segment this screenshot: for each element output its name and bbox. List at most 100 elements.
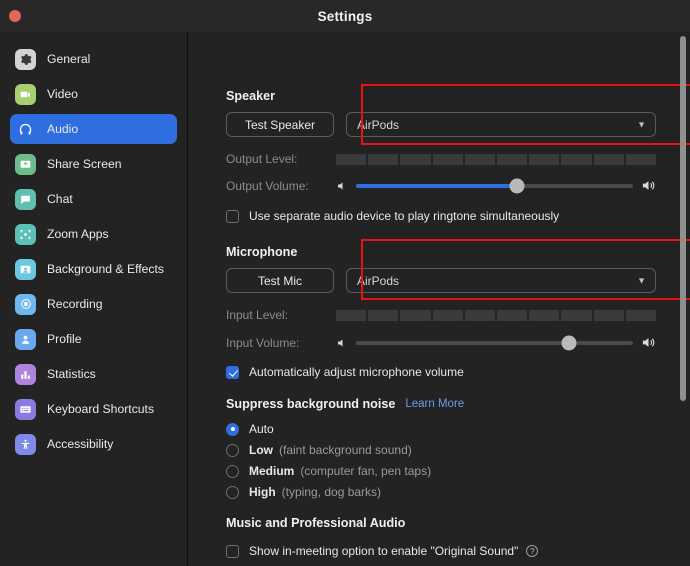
sidebar-item-label: Statistics — [47, 367, 96, 381]
question-mark-icon[interactable]: ? — [526, 545, 539, 557]
input-volume-label: Input Volume: — [226, 335, 300, 350]
noise-radio-low[interactable] — [226, 443, 239, 457]
speaker-low-icon — [336, 180, 348, 192]
noise-option-label: Low — [249, 443, 273, 457]
auto-adjust-mic-row[interactable]: Automatically adjust microphone volume — [226, 365, 464, 379]
output-level-label: Output Level: — [226, 152, 298, 166]
output-level-meter — [336, 153, 656, 165]
noise-option-hint: (computer fan, pen taps) — [300, 464, 432, 478]
sidebar-item-general[interactable]: General — [10, 44, 177, 74]
input-volume-slider[interactable] — [336, 335, 656, 350]
sidebar-item-label: Recording — [47, 297, 103, 311]
share-screen-icon — [15, 153, 36, 175]
test-mic-button[interactable]: Test Mic — [226, 268, 334, 293]
original-sound-row[interactable]: Show in-meeting option to enable "Origin… — [226, 544, 539, 558]
chevron-down-icon: ▼ — [637, 275, 646, 285]
speaker-high-icon — [641, 178, 656, 193]
input-volume-row: Input Volume: — [226, 335, 656, 350]
microphone-device-select[interactable]: AirPods ▼ — [346, 268, 656, 293]
input-level-label: Input Level: — [226, 308, 289, 322]
auto-adjust-mic-label: Automatically adjust microphone volume — [249, 365, 464, 379]
sidebar-item-label: Chat — [47, 192, 73, 206]
noise-radio-auto[interactable] — [226, 422, 239, 436]
chat-bubble-icon — [15, 188, 36, 210]
input-volume-track[interactable] — [356, 335, 633, 350]
noise-radio-high[interactable] — [226, 485, 239, 499]
noise-option-high[interactable]: High (typing, dog barks) — [226, 485, 381, 499]
video-camera-icon — [15, 83, 36, 105]
suppress-noise-heading-row: Suppress background noise Learn More — [226, 397, 464, 411]
scrollbar-thumb[interactable] — [680, 36, 686, 401]
speaker-device-select[interactable]: AirPods ▼ — [346, 112, 656, 137]
person-icon — [15, 328, 36, 350]
speaker-low-icon — [336, 337, 348, 349]
accessibility-icon — [15, 433, 36, 455]
settings-window: Settings General Video Audio Share Scree… — [0, 0, 690, 566]
zoom-apps-icon — [15, 223, 36, 245]
noise-option-label: High — [249, 485, 276, 499]
close-button[interactable] — [9, 10, 21, 22]
sidebar-item-label: Video — [47, 87, 78, 101]
microphone-device-value: AirPods — [357, 273, 400, 288]
sidebar-item-label: Share Screen — [47, 157, 122, 171]
auto-adjust-mic-checkbox[interactable] — [226, 365, 239, 379]
output-level-row: Output Level: — [226, 152, 656, 166]
speaker-device-value: AirPods — [357, 117, 400, 132]
sidebar-item-label: Keyboard Shortcuts — [47, 402, 155, 416]
audio-settings-pane: Speaker Test Speaker AirPods ▼ Output Le… — [188, 32, 690, 566]
sidebar-item-statistics[interactable]: Statistics — [10, 359, 177, 389]
test-speaker-button[interactable]: Test Speaker — [226, 112, 334, 137]
noise-option-hint: (faint background sound) — [279, 443, 412, 457]
sidebar-item-zoom-apps[interactable]: Zoom Apps — [10, 219, 177, 249]
page-title: Settings — [317, 8, 373, 24]
background-icon — [15, 258, 36, 280]
keyboard-icon — [15, 398, 36, 420]
chevron-down-icon: ▼ — [637, 119, 646, 129]
noise-option-label: Auto — [249, 422, 274, 436]
sidebar-item-label: Profile — [47, 332, 82, 346]
speaker-high-icon — [641, 335, 656, 350]
output-volume-track[interactable] — [356, 178, 633, 193]
output-volume-slider[interactable] — [336, 178, 656, 193]
noise-radio-medium[interactable] — [226, 464, 239, 478]
sidebar-item-keyboard-shortcuts[interactable]: Keyboard Shortcuts — [10, 394, 177, 424]
headphones-icon — [15, 119, 36, 140]
speaker-section-heading: Speaker — [226, 89, 276, 103]
bar-chart-icon — [15, 363, 36, 385]
gear-icon — [15, 48, 36, 70]
suppress-noise-heading: Suppress background noise — [226, 397, 396, 411]
sidebar: General Video Audio Share Screen Chat Zo… — [0, 32, 188, 566]
separate-audio-device-checkbox[interactable] — [226, 209, 239, 223]
separate-audio-device-label: Use separate audio device to play ringto… — [249, 209, 560, 223]
sidebar-item-label: Zoom Apps — [47, 227, 109, 241]
output-volume-label: Output Volume: — [226, 178, 309, 193]
sidebar-item-accessibility[interactable]: Accessibility — [10, 429, 177, 459]
sidebar-item-video[interactable]: Video — [10, 79, 177, 109]
sidebar-item-background-effects[interactable]: Background & Effects — [10, 254, 177, 284]
separate-audio-device-row[interactable]: Use separate audio device to play ringto… — [226, 209, 559, 223]
vertical-scrollbar[interactable] — [680, 36, 686, 564]
sidebar-item-recording[interactable]: Recording — [10, 289, 177, 319]
music-audio-heading: Music and Professional Audio — [226, 516, 406, 530]
learn-more-link[interactable]: Learn More — [405, 398, 464, 410]
window-controls — [9, 10, 21, 22]
sidebar-item-chat[interactable]: Chat — [10, 184, 177, 214]
noise-option-low[interactable]: Low (faint background sound) — [226, 443, 412, 457]
noise-option-label: Medium — [249, 464, 295, 478]
input-level-row: Input Level: — [226, 308, 656, 322]
original-sound-checkbox[interactable] — [226, 544, 239, 558]
noise-option-medium[interactable]: Medium (computer fan, pen taps) — [226, 464, 431, 478]
sidebar-item-share-screen[interactable]: Share Screen — [10, 149, 177, 179]
sidebar-item-label: General — [47, 52, 91, 66]
record-icon — [15, 293, 36, 315]
sidebar-item-label: Audio — [47, 122, 79, 136]
sidebar-item-label: Background & Effects — [47, 262, 164, 276]
sidebar-item-profile[interactable]: Profile — [10, 324, 177, 354]
noise-option-hint: (typing, dog barks) — [281, 485, 382, 499]
title-bar: Settings — [0, 0, 690, 32]
sidebar-item-audio[interactable]: Audio — [10, 114, 177, 144]
speaker-device-row: Test Speaker AirPods ▼ — [226, 112, 656, 137]
original-sound-label: Show in-meeting option to enable "Origin… — [249, 544, 519, 558]
noise-option-auto[interactable]: Auto — [226, 422, 274, 436]
output-volume-row: Output Volume: — [226, 178, 656, 193]
